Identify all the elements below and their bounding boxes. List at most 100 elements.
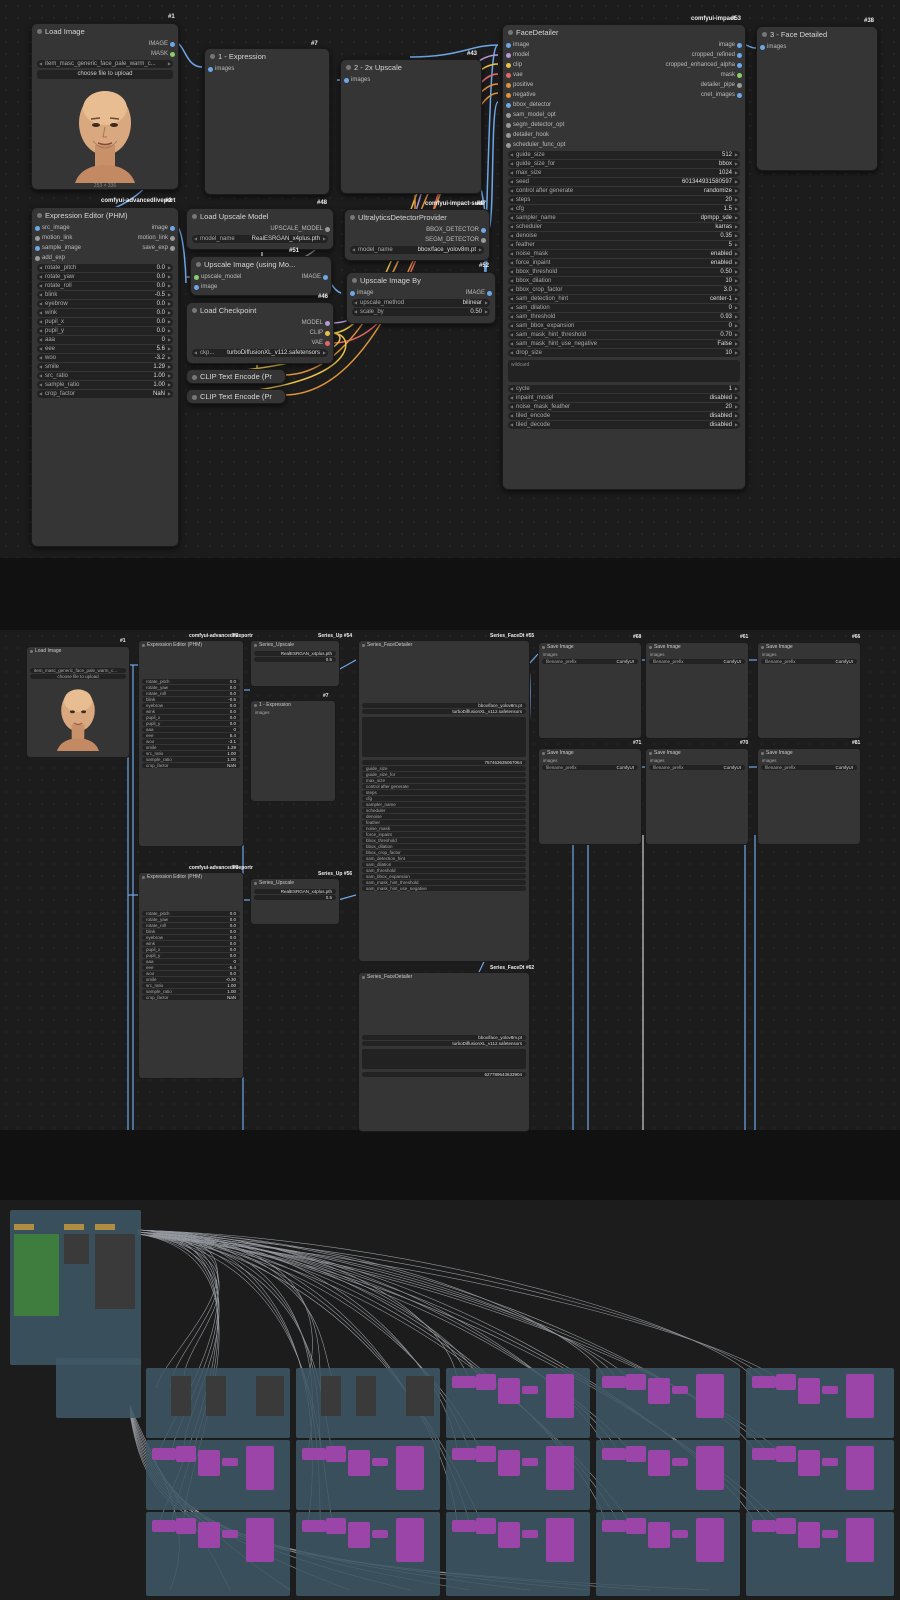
output-dot[interactable] [170, 42, 175, 47]
output-0[interactable]: image [719, 40, 735, 50]
input-dot[interactable] [506, 73, 511, 78]
input-dot[interactable] [208, 67, 213, 72]
widget-crop-factor[interactable]: crop_factor NaN [37, 390, 173, 398]
widget-wink[interactable]: wink 0.0 [142, 709, 240, 714]
widget-cfg[interactable]: cfg 1.5 [508, 205, 740, 213]
widget-pupil-x[interactable]: pupil_x 0.0 [142, 947, 240, 952]
input-3[interactable]: add_exp [42, 253, 65, 263]
input-dot[interactable] [506, 133, 511, 138]
prompt-textarea[interactable] [362, 717, 526, 757]
upload-button[interactable]: choose file to upload [37, 70, 173, 79]
input-9[interactable]: detailer_hook [513, 130, 549, 140]
output-segm-detector[interactable]: SEGM_DETECTOR [425, 235, 479, 245]
bbox-model-select[interactable]: bbox/face_yolov8m.pt [362, 703, 526, 708]
output-1[interactable]: motion_link [138, 233, 168, 243]
widget-eyebrow[interactable]: eyebrow 0.0 [37, 300, 173, 308]
input-6[interactable]: bbox_detector [513, 100, 551, 110]
widget-row[interactable]: guide_size_for [362, 772, 526, 777]
widget-sample-ratio[interactable]: sample_ratio 1.00 [142, 757, 240, 762]
widget-wink[interactable]: wink 0.0 [142, 941, 240, 946]
output-0[interactable]: image [152, 223, 168, 233]
widget-row[interactable]: sam_mask_hint_threshold [362, 880, 526, 885]
scale-by-stepper[interactable]: scale_by 0.50 [352, 308, 490, 316]
upload-button[interactable]: choose file to upload [30, 674, 126, 679]
input-images[interactable]: images [767, 42, 786, 52]
input-2[interactable]: sample_image [42, 243, 81, 253]
widget-row[interactable]: sam_threshold [362, 868, 526, 873]
widget-sample-ratio[interactable]: sample_ratio 1.00 [142, 989, 240, 994]
input-dot[interactable] [350, 291, 355, 296]
expression-preview-node[interactable]: 1 - Expression images [250, 700, 336, 802]
input-images[interactable]: images [758, 652, 860, 658]
widget-pupil-y[interactable]: pupil_y 0.0 [142, 721, 240, 726]
filename-prefix-field[interactable]: filename_prefix ComfyUI [761, 659, 857, 664]
widget-rotate-roll[interactable]: rotate_roll 0.0 [142, 923, 240, 928]
widget-eyebrow[interactable]: eyebrow 0.0 [142, 935, 240, 940]
widget-pupil-y[interactable]: pupil_y 0.0 [142, 953, 240, 958]
upscale-image-by-node[interactable]: Upscale Image By image IMAGE upscale_meth… [346, 272, 496, 324]
load-checkpoint-node[interactable]: Load Checkpoint MODEL CLIP VAE ckp... tur… [186, 302, 334, 364]
widget-crop-factor[interactable]: crop_factor NaN [142, 763, 240, 768]
ultralytics-detector-node[interactable]: UltralyticsDetectorProvider BBOX_DETECTO… [344, 209, 490, 261]
widget-bbox-crop-factor[interactable]: bbox_crop_factor 3.0 [508, 286, 740, 294]
input-dot[interactable] [506, 143, 511, 148]
input-1[interactable]: motion_link [42, 233, 72, 243]
scale-stepper[interactable]: 0.5 [254, 657, 336, 662]
widget-seed[interactable]: seed 601344931580597 [508, 178, 740, 186]
workflow-canvas-detail[interactable]: #1 Load Image IMAGE MASK item_masc_gener… [0, 0, 900, 558]
output-image[interactable]: IMAGE [466, 288, 485, 298]
input-dot[interactable] [506, 83, 511, 88]
widget-rotate-pitch[interactable]: rotate_pitch 0.0 [142, 911, 240, 916]
widget-noise-mask[interactable]: noise_mask enabled [508, 250, 740, 258]
output-dot[interactable] [737, 63, 742, 68]
output-dot[interactable] [481, 238, 486, 243]
output-2[interactable]: cropped_enhanced_alpha [666, 60, 735, 70]
model-name-select[interactable]: model_name bbox/face_yolov8m.pt [350, 246, 484, 254]
output-3[interactable]: mask [721, 70, 735, 80]
widget-sam-dilation[interactable]: sam_dilation 0 [508, 304, 740, 312]
save-image-node[interactable]: Save Image images filename_prefix ComfyUI [757, 748, 861, 845]
widget-row[interactable]: sam_bbox_expansion [362, 874, 526, 879]
input-0[interactable]: image [513, 40, 529, 50]
filename-prefix-field[interactable]: filename_prefix ComfyUI [542, 659, 638, 664]
widget-rotate-roll[interactable]: rotate_roll 0.0 [37, 282, 173, 290]
face-detailed-preview-node[interactable]: 3 - Face Detailed images [756, 26, 878, 171]
bbox-model-select[interactable]: bbox/face_yolov8m.pt [362, 1035, 526, 1040]
widget-bbox-threshold[interactable]: bbox_threshold 0.50 [508, 268, 740, 276]
widget-eee[interactable]: eee 5.6 [37, 345, 173, 353]
output-vae[interactable]: VAE [311, 338, 323, 348]
load-image-node[interactable]: Load Image IMAGE MASK item_masc_generic_… [31, 23, 179, 190]
input-images[interactable]: images [251, 710, 335, 716]
input-dot[interactable] [35, 236, 40, 241]
output-image[interactable]: IMAGE [149, 39, 168, 49]
widget-guide-size-for[interactable]: guide_size_for bbox [508, 160, 740, 168]
widget-feather[interactable]: feather 5 [508, 241, 740, 249]
workflow-overview-canvas[interactable] [0, 1200, 900, 1600]
widget-sam-threshold[interactable]: sam_threshold 0.93 [508, 313, 740, 321]
widget-smile[interactable]: smile 1.29 [142, 745, 240, 750]
widget-rotate-yaw[interactable]: rotate_yaw 0.0 [142, 685, 240, 690]
filename-prefix-field[interactable]: filename_prefix ComfyUI [649, 659, 745, 664]
widget-force-inpaint[interactable]: force_inpaint enabled [508, 259, 740, 267]
widget-control-after-generate[interactable]: control after generate randomize [508, 187, 740, 195]
widget-scheduler[interactable]: scheduler karras [508, 223, 740, 231]
filename-prefix-field[interactable]: filename_prefix ComfyUI [649, 765, 745, 770]
upscale-image-using-model-node[interactable]: Upscale Image (using Mo... upscale_model… [190, 256, 332, 296]
output-5[interactable]: cnet_images [701, 90, 735, 100]
checkpoint-select[interactable]: turboDiffusionXL_v112.safetensors [362, 709, 526, 714]
input-2[interactable]: clip [513, 60, 522, 70]
input-dot[interactable] [506, 63, 511, 68]
load-image-node[interactable]: Load Image item_masc_generic_face_pale_w… [26, 646, 130, 758]
model-name-select[interactable]: model_name RealESRGAN_x4plus.pth [192, 235, 328, 243]
input-dot[interactable] [35, 246, 40, 251]
save-image-node[interactable]: Save Image images filename_prefix ComfyUI [645, 748, 749, 845]
input-images[interactable]: images [758, 758, 860, 764]
widget-tiled-decode[interactable]: tiled_decode disabled [508, 421, 740, 429]
widget-tiled-encode[interactable]: tiled_encode disabled [508, 412, 740, 420]
output-2[interactable]: save_exp [142, 243, 168, 253]
output-dot[interactable] [325, 331, 330, 336]
widget-row[interactable]: force_inpaint [362, 832, 526, 837]
output-upscale-model[interactable]: UPSCALE_MODEL [270, 224, 323, 234]
input-dot[interactable] [760, 45, 765, 50]
widget-aaa[interactable]: aaa 0 [142, 959, 240, 964]
